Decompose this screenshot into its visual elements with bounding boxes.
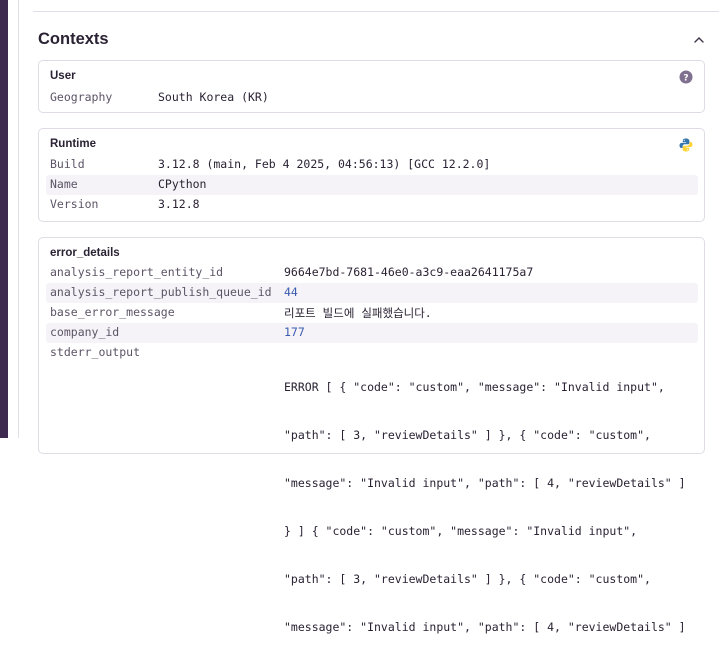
context-value: 177 (284, 325, 305, 339)
svg-text:?: ? (683, 73, 688, 83)
card-title: User (50, 70, 76, 82)
context-row: Geography South Korea (KR) (46, 88, 698, 108)
context-row: Name CPython (46, 175, 698, 195)
context-key: company_id (50, 325, 120, 339)
context-value: South Korea (KR) (158, 90, 269, 104)
chevron-up-icon[interactable] (691, 32, 707, 48)
stderr-line: ERROR [ { "code": "custom", "message": "… (284, 380, 665, 394)
context-key: Build (50, 157, 85, 171)
context-key: Version (50, 197, 99, 211)
context-value: 3.12.8 (158, 197, 200, 211)
event-details-panel: Contexts User ? Geography South Korea (K… (18, 0, 719, 634)
context-row: analysis_report_publish_queue_id 44 (46, 283, 698, 303)
context-key: analysis_report_entity_id (50, 265, 224, 279)
runtime-context-card: Runtime Build 3.12.8 (main, Feb 4 2025, … (38, 128, 705, 222)
context-key: stderr_output (50, 345, 141, 359)
stderr-line: "message": "Invalid input", "path": [ 4,… (284, 620, 686, 634)
card-title: error_details (50, 247, 120, 259)
stderr-output-value: ERROR [ { "code": "custom", "message": "… (284, 347, 694, 667)
stderr-line: "path": [ 3, "reviewDetails" ] }, { "cod… (284, 572, 651, 586)
user-context-card: User ? Geography South Korea (KR) (38, 60, 705, 113)
context-row: analysis_report_entity_id 9664e7bd-7681-… (46, 263, 698, 283)
python-icon (679, 138, 693, 152)
error-details-context-card: error_details analysis_report_entity_id … (38, 237, 705, 634)
context-row: base_error_message 리포트 빌드에 실패했습니다. (46, 303, 698, 323)
context-value: 9664e7bd-7681-46e0-a3c9-eaa2641175a7 (284, 265, 534, 279)
context-key: analysis_report_publish_queue_id (50, 285, 272, 299)
stderr-line: } ] { "code": "custom", "message": "Inva… (284, 524, 638, 538)
context-value: 44 (284, 285, 298, 299)
context-key: Name (50, 177, 78, 191)
context-row: Build 3.12.8 (main, Feb 4 2025, 04:56:13… (46, 155, 698, 175)
context-key: base_error_message (50, 305, 175, 319)
context-value: CPython (158, 177, 207, 191)
question-icon: ? (679, 70, 693, 84)
context-row: company_id 177 (46, 323, 698, 343)
card-title: Runtime (50, 138, 96, 150)
app-sidebar-edge (0, 0, 8, 438)
context-row: Version 3.12.8 (46, 195, 698, 215)
stderr-line: "message": "Invalid input", "path": [ 4,… (284, 476, 686, 490)
context-value: 리포트 빌드에 실패했습니다. (284, 306, 432, 320)
section-title: Contexts (38, 30, 109, 48)
previous-section-edge (33, 0, 719, 12)
context-key: Geography (50, 90, 113, 104)
stderr-line: "path": [ 3, "reviewDetails" ] }, { "cod… (284, 428, 651, 442)
context-value: 3.12.8 (main, Feb 4 2025, 04:56:13) [GCC… (158, 157, 491, 171)
